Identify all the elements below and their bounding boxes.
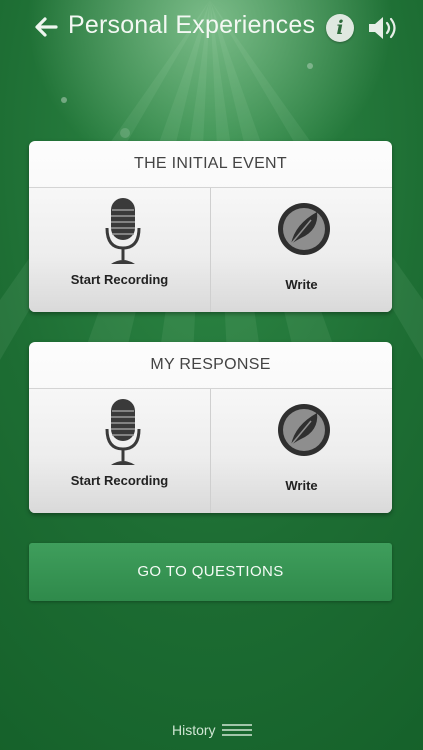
write-label: Write [285,277,318,292]
write-button[interactable]: Write [210,389,392,513]
info-icon[interactable]: i [326,14,354,42]
quill-icon [278,404,330,456]
start-recording-label: Start Recording [70,272,169,287]
go-to-questions-button[interactable]: GO TO QUESTIONS [29,543,392,601]
arrow-left-icon[interactable] [30,12,60,42]
start-recording-button[interactable]: Start Recording [29,389,210,513]
history-button[interactable]: History [172,720,252,740]
hamburger-icon [221,724,252,736]
start-recording-label: Start Recording [70,473,169,488]
write-button[interactable]: Write [210,188,392,312]
app-header: Personal Experiences i [0,0,423,56]
microphone-icon [105,399,141,465]
history-label: History [172,722,216,738]
card-title: THE INITIAL EVENT [29,141,392,188]
quill-icon [278,203,330,255]
microphone-icon [105,198,141,264]
page-title: Personal Experiences [68,11,316,39]
speaker-icon[interactable] [366,14,402,42]
card-title: MY RESPONSE [29,342,392,389]
write-label: Write [285,478,318,493]
my-response-card: MY RESPONSE Start Recording Write [29,342,392,513]
initial-event-card: THE INITIAL EVENT Start Recording Write [29,141,392,312]
start-recording-button[interactable]: Start Recording [29,188,210,312]
